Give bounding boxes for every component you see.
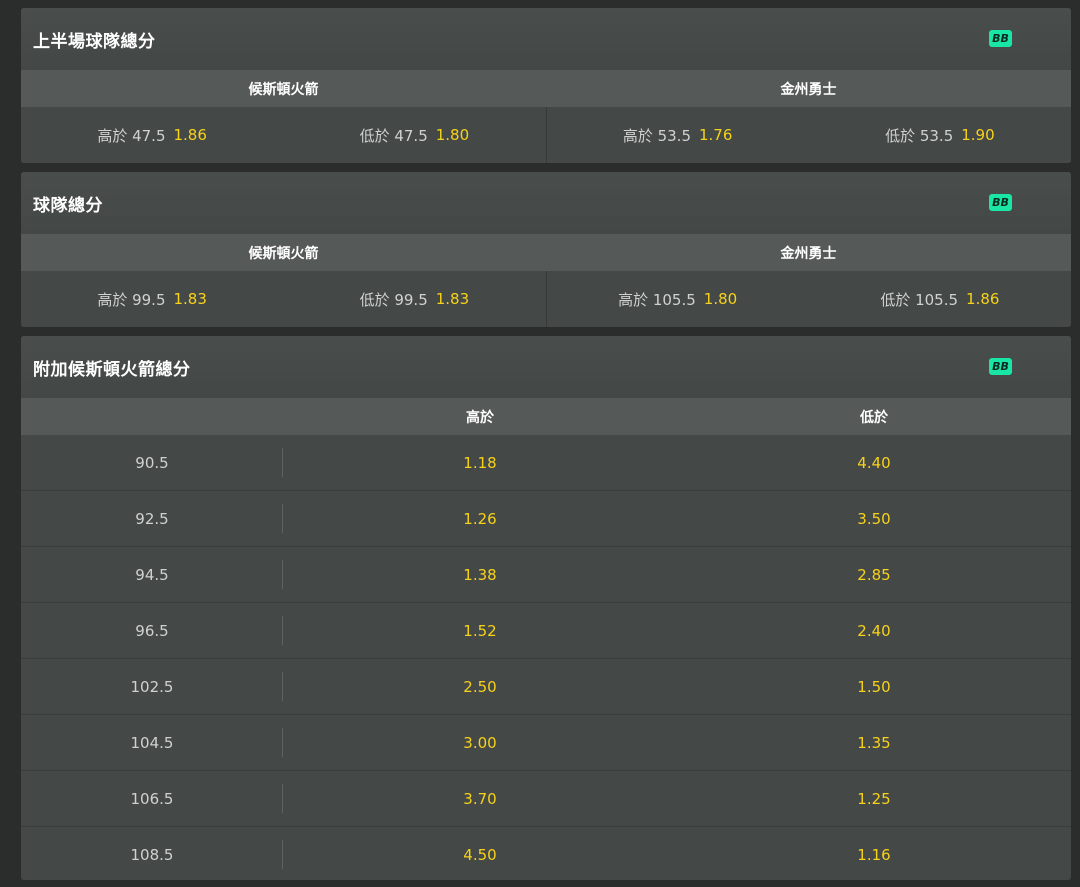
bet-builder-badge: BB xyxy=(989,194,1012,211)
under-odds-button[interactable]: 2.85 xyxy=(677,547,1071,602)
odds-price: 1.83 xyxy=(173,290,207,308)
alternate-rockets-total-card: 附加候斯頓火箭總分 BB 高於 低於 90.5 1.18 4.40 92.5 1… xyxy=(21,336,1071,880)
team-name-rockets: 候斯頓火箭 xyxy=(248,245,319,262)
line-value: 92.5 xyxy=(135,509,169,528)
table-row: 92.5 1.26 3.50 xyxy=(21,490,1071,546)
warriors-odds: 高於 105.5 1.80 低於 105.5 1.86 xyxy=(547,271,1072,327)
bet-builder-badge: BB xyxy=(989,358,1012,375)
over-odds-button[interactable]: 4.50 xyxy=(283,827,677,880)
under-label: 低於 53.5 xyxy=(885,126,954,145)
first-half-team-total-card: 上半場球隊總分 BB 候斯頓火箭 金州勇士 高於 47.5 1.86 低於 47… xyxy=(21,8,1071,163)
under-odds-button[interactable]: 4.40 xyxy=(677,435,1071,490)
under-column-header: 低於 xyxy=(860,409,888,426)
odds-price: 1.83 xyxy=(435,290,470,308)
over-odds-button[interactable]: 高於 105.5 1.80 xyxy=(547,271,809,327)
alt-rows: 90.5 1.18 4.40 92.5 1.26 3.50 94.5 1.38 … xyxy=(21,435,1071,880)
team-name-warriors: 金州勇士 xyxy=(780,245,837,262)
table-row: 90.5 1.18 4.40 xyxy=(21,435,1071,490)
under-odds-button[interactable]: 1.16 xyxy=(677,827,1071,880)
line-value: 108.5 xyxy=(130,845,174,864)
card-title: 上半場球隊總分 xyxy=(33,31,156,52)
over-odds-button[interactable]: 高於 99.5 1.83 xyxy=(21,271,283,327)
odds-price: 1.80 xyxy=(703,290,738,308)
under-odds-button[interactable]: 1.50 xyxy=(677,659,1071,714)
line-value: 96.5 xyxy=(135,621,169,640)
warriors-odds: 高於 53.5 1.76 低於 53.5 1.90 xyxy=(547,107,1072,163)
over-odds-button[interactable]: 3.70 xyxy=(283,771,677,826)
odds-price: 1.86 xyxy=(966,290,1000,308)
card-title: 球隊總分 xyxy=(33,195,103,216)
rockets-odds: 高於 47.5 1.86 低於 47.5 1.80 xyxy=(21,107,547,163)
odds-price: 1.80 xyxy=(435,126,470,144)
under-odds-button[interactable]: 低於 53.5 1.90 xyxy=(809,107,1071,163)
under-odds-button[interactable]: 低於 47.5 1.80 xyxy=(283,107,545,163)
over-odds-button[interactable]: 3.00 xyxy=(283,715,677,770)
over-label: 高於 53.5 xyxy=(622,126,691,145)
card-header: 附加候斯頓火箭總分 BB xyxy=(21,336,1071,398)
odds-row: 高於 47.5 1.86 低於 47.5 1.80 高於 53.5 1.76 低… xyxy=(21,107,1071,163)
table-row: 104.5 3.00 1.35 xyxy=(21,714,1071,770)
line-column-header xyxy=(21,398,283,435)
odds-price: 1.76 xyxy=(699,126,733,144)
odds-row: 高於 99.5 1.83 低於 99.5 1.83 高於 105.5 1.80 … xyxy=(21,271,1071,327)
card-title: 附加候斯頓火箭總分 xyxy=(33,359,191,380)
table-row: 108.5 4.50 1.16 xyxy=(21,826,1071,880)
over-label: 高於 47.5 xyxy=(97,126,166,145)
over-odds-button[interactable]: 2.50 xyxy=(283,659,677,714)
over-label: 高於 99.5 xyxy=(97,290,166,309)
odds-price: 1.90 xyxy=(961,126,995,144)
line-value: 94.5 xyxy=(135,565,169,584)
line-value: 90.5 xyxy=(135,453,169,472)
over-label: 高於 105.5 xyxy=(618,290,696,309)
line-value: 106.5 xyxy=(130,789,174,808)
odds-price: 1.86 xyxy=(173,126,207,144)
under-odds-button[interactable]: 1.35 xyxy=(677,715,1071,770)
over-odds-button[interactable]: 高於 47.5 1.86 xyxy=(21,107,283,163)
column-header-row: 高於 低於 xyxy=(21,398,1071,435)
rockets-odds: 高於 99.5 1.83 低於 99.5 1.83 xyxy=(21,271,547,327)
over-odds-button[interactable]: 高於 53.5 1.76 xyxy=(547,107,809,163)
under-label: 低於 47.5 xyxy=(359,126,428,145)
table-row: 94.5 1.38 2.85 xyxy=(21,546,1071,602)
over-odds-button[interactable]: 1.18 xyxy=(283,435,677,490)
under-odds-button[interactable]: 3.50 xyxy=(677,491,1071,546)
team-name-warriors: 金州勇士 xyxy=(780,81,837,98)
team-name-rockets: 候斯頓火箭 xyxy=(248,81,319,98)
table-row: 102.5 2.50 1.50 xyxy=(21,658,1071,714)
line-value: 102.5 xyxy=(130,677,174,696)
over-odds-button[interactable]: 1.38 xyxy=(283,547,677,602)
under-label: 低於 105.5 xyxy=(880,290,959,309)
under-odds-button[interactable]: 低於 105.5 1.86 xyxy=(809,271,1071,327)
table-row: 96.5 1.52 2.40 xyxy=(21,602,1071,658)
team-header-row: 候斯頓火箭 金州勇士 xyxy=(21,234,1071,271)
card-header: 上半場球隊總分 BB xyxy=(21,8,1071,70)
over-odds-button[interactable]: 1.26 xyxy=(283,491,677,546)
over-odds-button[interactable]: 1.52 xyxy=(283,603,677,658)
over-column-header: 高於 xyxy=(466,409,494,426)
team-header-row: 候斯頓火箭 金州勇士 xyxy=(21,70,1071,107)
table-row: 106.5 3.70 1.25 xyxy=(21,770,1071,826)
card-header: 球隊總分 BB xyxy=(21,172,1071,234)
team-total-card: 球隊總分 BB 候斯頓火箭 金州勇士 高於 99.5 1.83 低於 99.5 … xyxy=(21,172,1071,327)
line-value: 104.5 xyxy=(130,733,174,752)
under-odds-button[interactable]: 2.40 xyxy=(677,603,1071,658)
bet-builder-badge: BB xyxy=(989,30,1012,47)
under-odds-button[interactable]: 低於 99.5 1.83 xyxy=(283,271,545,327)
under-label: 低於 99.5 xyxy=(359,290,428,309)
under-odds-button[interactable]: 1.25 xyxy=(677,771,1071,826)
